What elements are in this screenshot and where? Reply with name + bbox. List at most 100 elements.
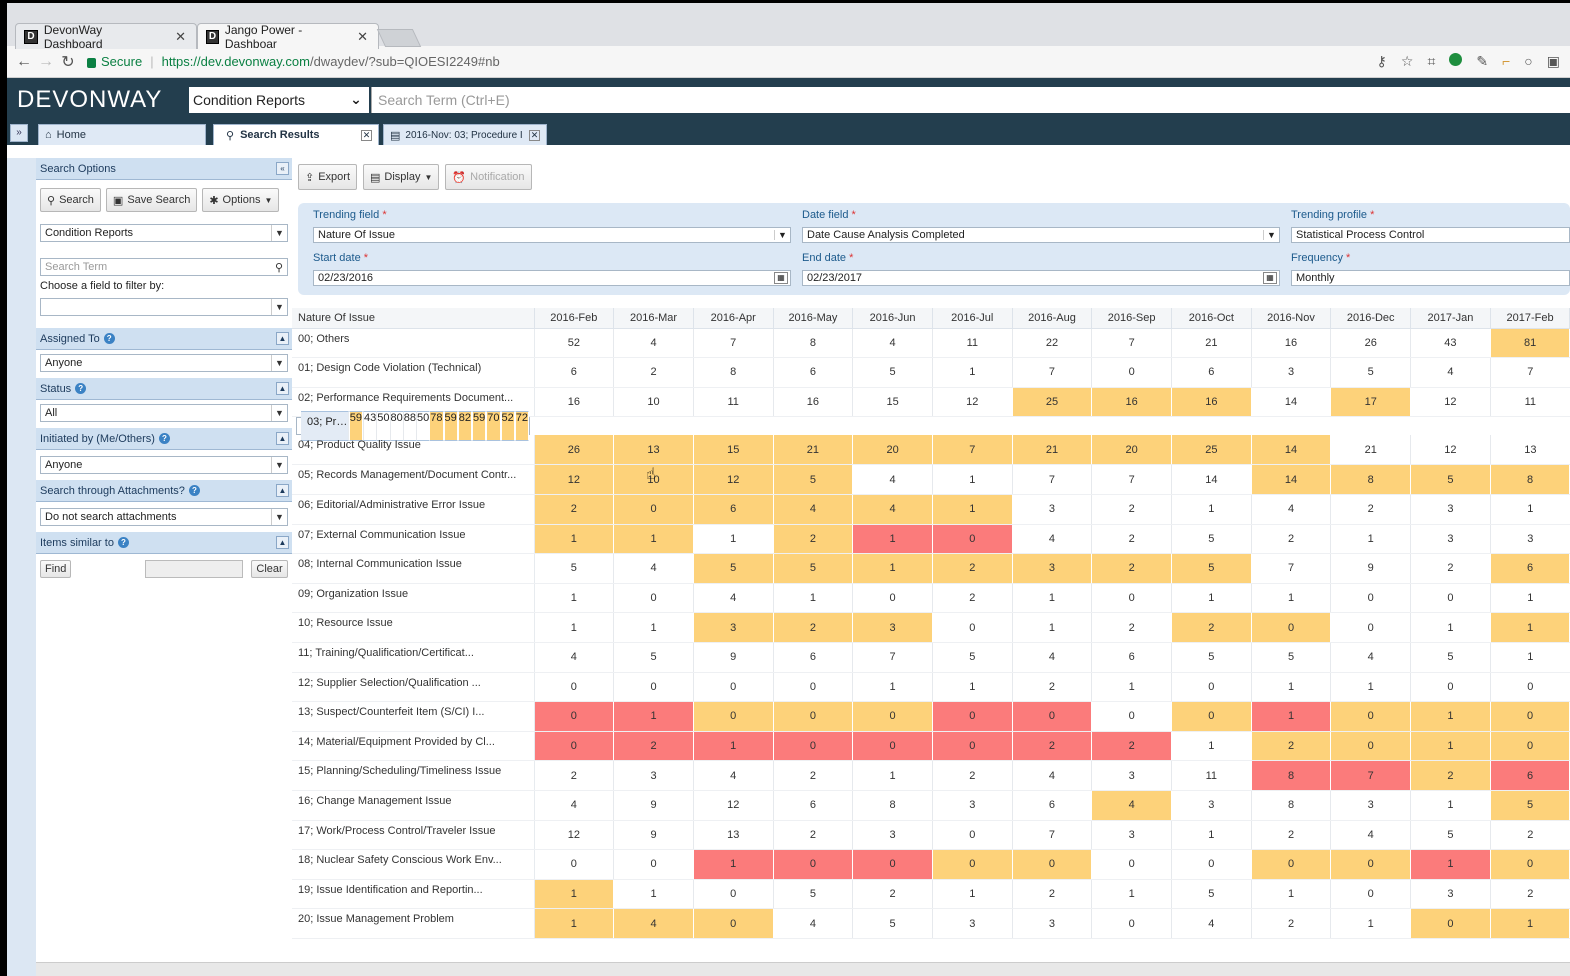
grid-cell[interactable]: 0 xyxy=(692,672,774,703)
grid-cell[interactable]: 4 xyxy=(772,494,854,525)
grid-cell[interactable]: 0 xyxy=(613,494,694,525)
grid-cell[interactable]: 0 xyxy=(613,849,694,880)
grid-cell[interactable]: 6 xyxy=(1489,553,1570,584)
grid-cell[interactable]: 10 xyxy=(613,464,694,495)
grid-cell[interactable]: 11 xyxy=(1489,387,1570,418)
collapse-section-icon[interactable]: ▲ xyxy=(276,432,289,445)
grid-cell[interactable]: 14 xyxy=(1250,387,1331,418)
grid-cell[interactable]: 59 xyxy=(348,411,363,442)
chevron-down-icon[interactable]: ⌄ xyxy=(343,91,369,108)
grid-cell[interactable]: 1 xyxy=(1171,820,1252,851)
grid-cell[interactable]: 16 xyxy=(1250,328,1331,359)
grid-cell[interactable]: 11 xyxy=(931,328,1013,359)
grid-cell[interactable]: 2 xyxy=(1171,612,1252,643)
grid-cell[interactable]: 0 xyxy=(1330,583,1411,614)
grid-cell[interactable]: 25 xyxy=(1011,387,1093,418)
grid-cell[interactable]: 2 xyxy=(772,760,853,791)
grid-cell[interactable]: 7 xyxy=(1011,820,1092,851)
grid-cell[interactable]: 9 xyxy=(613,820,694,851)
grid-cell[interactable]: 3 xyxy=(1171,790,1252,821)
grid-cell[interactable]: 2 xyxy=(1091,524,1172,555)
grid-cell[interactable]: 1 xyxy=(1330,672,1411,703)
grid-cell[interactable]: 12 xyxy=(533,820,614,851)
calendar-icon[interactable]: ▦ xyxy=(774,272,788,284)
grid-cell[interactable]: 0 xyxy=(533,701,615,732)
notification-button[interactable]: ⏰ Notification xyxy=(445,164,532,190)
grid-cell[interactable]: 3 xyxy=(1410,524,1491,555)
filter-field-select[interactable]: ▼ xyxy=(40,298,288,316)
grid-cell[interactable]: 9 xyxy=(692,642,774,673)
grid-cell[interactable]: 70 xyxy=(486,411,501,442)
grid-cell[interactable]: 0 xyxy=(692,879,774,910)
grid-cell[interactable]: 12 xyxy=(692,464,774,495)
circle-icon[interactable]: ○ xyxy=(1524,53,1532,70)
grid-cell[interactable]: 1 xyxy=(1011,583,1092,614)
grid-cell[interactable]: 5 xyxy=(772,464,854,495)
assigned-to-select[interactable]: Anyone ▼ xyxy=(40,354,288,372)
grid-cell[interactable]: 9 xyxy=(613,790,694,821)
grid-cell[interactable]: 1 xyxy=(852,672,933,703)
grid-cell[interactable]: 12 xyxy=(1410,435,1491,466)
grid-cell[interactable]: 3 xyxy=(1250,357,1331,388)
grid-cell[interactable]: 1 xyxy=(533,908,615,939)
grid-cell[interactable]: 0 xyxy=(1091,908,1172,939)
grid-cell[interactable]: 1 xyxy=(852,760,933,791)
grid-cell[interactable]: 0 xyxy=(1171,701,1252,732)
grid-cell[interactable]: 2 xyxy=(1330,494,1411,525)
grid-cell[interactable]: 3 xyxy=(1091,760,1172,791)
grid-cell[interactable]: 0 xyxy=(1171,672,1252,703)
grid-cell[interactable]: 1 xyxy=(692,731,774,762)
grid-cell[interactable]: 5 xyxy=(533,553,614,584)
grid-cell[interactable]: 2 xyxy=(772,524,854,555)
grid-cell[interactable]: 0 xyxy=(1011,701,1093,732)
grid-cell[interactable]: 1 xyxy=(772,583,853,614)
grid-cell[interactable]: 4 xyxy=(772,908,853,939)
grid-cell[interactable]: 4 xyxy=(1011,642,1092,673)
grid-cell[interactable]: 0 xyxy=(852,849,933,880)
grid-cell[interactable]: 21 xyxy=(1011,435,1093,466)
grid-cell[interactable]: 1 xyxy=(613,701,694,732)
grid-cell[interactable]: 0 xyxy=(1330,849,1412,880)
grid-cell[interactable]: 6 xyxy=(772,790,853,821)
table-row[interactable]: 05; Records Management/Document Contr...… xyxy=(292,464,1570,495)
grid-cell[interactable]: 0 xyxy=(852,583,933,614)
grid-cell[interactable]: 5 xyxy=(852,357,933,388)
table-row[interactable]: 15; Planning/Scheduling/Timeliness Issue… xyxy=(292,760,1570,791)
chevron-down-icon[interactable]: ▼ xyxy=(271,509,287,525)
grid-header-month[interactable]: 2016-Sep xyxy=(1091,308,1172,329)
grid-cell[interactable]: 1 xyxy=(1171,583,1252,614)
grid-cell[interactable]: 0 xyxy=(1330,879,1411,910)
grid-cell[interactable]: 5 xyxy=(692,553,774,584)
expand-sidebar-icon[interactable]: » xyxy=(10,124,28,142)
table-row[interactable]: 11; Training/Qualification/Certificat...… xyxy=(292,642,1570,673)
grid-cell[interactable]: 6 xyxy=(1011,790,1092,821)
grid-cell[interactable]: 2 xyxy=(931,583,1013,614)
grid-cell[interactable]: 0 xyxy=(931,731,1013,762)
frequency-select[interactable]: Monthly xyxy=(1291,270,1570,286)
grid-cell[interactable]: 5 xyxy=(1330,357,1411,388)
grid-cell[interactable]: 15 xyxy=(852,387,933,418)
grid-cell[interactable]: 0 xyxy=(1489,731,1570,762)
grid-header-month[interactable]: 2016-Jul xyxy=(932,308,1013,329)
grid-cell[interactable]: 16 xyxy=(1171,387,1252,418)
help-icon[interactable]: ? xyxy=(103,333,115,344)
grid-cell[interactable]: 6 xyxy=(772,642,853,673)
grid-cell[interactable]: 3 xyxy=(1410,879,1491,910)
clear-button[interactable]: Clear xyxy=(251,560,288,578)
grid-cell[interactable]: 13 xyxy=(613,435,694,466)
grid-cell[interactable]: 12 xyxy=(692,790,774,821)
grid-cell[interactable]: 9 xyxy=(1330,553,1411,584)
grid-cell[interactable]: 7 xyxy=(1330,760,1412,791)
grid-header-month[interactable]: 2016-Feb xyxy=(534,308,615,329)
grid-cell[interactable]: 14 xyxy=(1250,435,1332,466)
grid-cell[interactable]: 0 xyxy=(772,849,854,880)
grid-header-month[interactable]: 2016-Apr xyxy=(693,308,774,329)
browser-tab-devonway-dashboard[interactable]: D DevonWay Dashboard ✕ xyxy=(15,23,197,51)
grid-cell[interactable]: 7 xyxy=(852,642,933,673)
grid-cell[interactable]: 1 xyxy=(1410,790,1491,821)
date-field-select[interactable]: Date Cause Analysis Completed ▼ xyxy=(802,227,1280,243)
collapse-panel-icon[interactable]: « xyxy=(276,162,289,175)
grid-cell[interactable]: 2 xyxy=(1011,731,1093,762)
grid-cell[interactable]: 3 xyxy=(613,760,694,791)
grid-cell[interactable]: 1 xyxy=(1250,583,1331,614)
